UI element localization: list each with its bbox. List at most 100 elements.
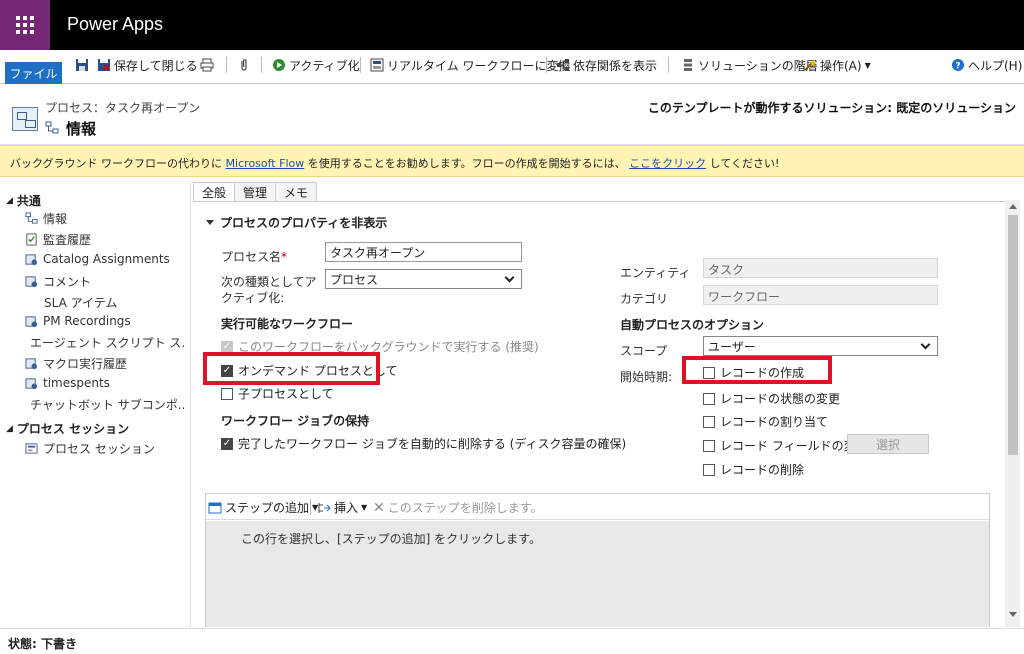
- category-value: ワークフロー: [703, 285, 938, 305]
- scroll-down-icon[interactable]: [1009, 612, 1017, 617]
- actions-label: 操作(A): [820, 58, 862, 73]
- layers-icon: [684, 59, 692, 71]
- solution-layers-button[interactable]: ソリューションの階層: [681, 55, 818, 75]
- scrollbar-thumb[interactable]: [1008, 215, 1018, 455]
- sidebar-item-label: エージェント スクリプト ス...: [30, 336, 185, 350]
- tab-notes[interactable]: メモ: [275, 182, 318, 202]
- sidebar-item-sla-items[interactable]: SLA アイテム: [44, 294, 117, 311]
- save-icon: [76, 59, 88, 71]
- dropdown-caret-icon: ▼: [361, 503, 368, 512]
- solution-label: このテンプレートが動作するソリューション: 既定のソリューション: [647, 101, 1016, 115]
- sidebar-item-comments[interactable]: コメント: [25, 273, 91, 290]
- start-when-label: 開始時期:: [620, 370, 673, 384]
- sidebar-item-label: チャットボット サブコンポ...: [30, 398, 185, 412]
- start-on-field-change-checkbox[interactable]: レコード フィールドの変更: [703, 437, 868, 454]
- file-tab[interactable]: ファイル: [5, 62, 62, 84]
- nav-group-common[interactable]: ◢ 共通: [6, 192, 41, 209]
- session-icon: [25, 443, 38, 454]
- section-toggle-label: プロセスのプロパティを非表示: [220, 216, 388, 230]
- sidebar-item-info[interactable]: 情報: [25, 210, 67, 227]
- microsoft-flow-link[interactable]: Microsoft Flow: [226, 157, 305, 170]
- child-process-label: 子プロセスとして: [238, 387, 334, 401]
- entity-icon: [25, 276, 38, 288]
- entity-label: エンティティ: [620, 266, 691, 280]
- process-entity-icon: [12, 107, 38, 131]
- start-option-label: レコードの割り当て: [720, 415, 829, 429]
- nav-group-label: 共通: [16, 194, 41, 208]
- solution-layers-label: ソリューションの階層: [698, 58, 818, 73]
- expand-triangle-icon: ◢: [6, 195, 13, 206]
- click-here-link[interactable]: ここをクリック: [629, 157, 706, 170]
- select-fields-button[interactable]: 選択: [847, 434, 929, 454]
- save-close-icon: [98, 59, 110, 71]
- tab-administration[interactable]: 管理: [234, 182, 277, 202]
- process-name-input[interactable]: [325, 242, 522, 262]
- activate-icon: [273, 59, 285, 71]
- sidebar-item-label: コメント: [43, 275, 92, 289]
- auto-options-heading: 自動プロセスのオプション: [620, 318, 765, 332]
- hide-properties-toggle[interactable]: プロセスのプロパティを非表示: [206, 214, 387, 231]
- category-label: カテゴリ: [620, 292, 669, 306]
- insert-button[interactable]: 挿入 ▼: [317, 499, 367, 516]
- insert-icon: [318, 502, 331, 513]
- start-on-delete-checkbox[interactable]: レコードの削除: [703, 461, 804, 478]
- sidebar-item-agent-script[interactable]: エージェント スクリプト ス...: [25, 334, 185, 351]
- entity-icon: [25, 358, 38, 370]
- status-bar: [0, 628, 1024, 654]
- sidebar-item-label: 監査履歴: [43, 233, 92, 247]
- flow-icon: [25, 212, 38, 224]
- auto-delete-label: 完了したワークフロー ジョブを自動的に削除する (ディスク容量の確保): [238, 437, 627, 451]
- help-menu[interactable]: ? ヘルプ(H) ▼: [951, 55, 1024, 75]
- dropdown-caret-icon: ▼: [864, 60, 871, 70]
- checkbox-unchecked: [703, 392, 715, 405]
- steps-hint: この行を選択し、[ステップの追加] をクリックします。: [241, 532, 541, 546]
- flow-recommendation-banner: バックグラウンド ワークフローの代わりに Microsoft Flow を使用す…: [0, 145, 1024, 177]
- sidebar-item-label: プロセス セッション: [43, 442, 155, 456]
- notify-middle: を使用することをお勧めします。フローの作成を開始するには、: [307, 157, 626, 170]
- save-button[interactable]: [75, 55, 89, 75]
- auto-delete-checkbox[interactable]: ✓ 完了したワークフロー ジョブを自動的に削除する (ディスク容量の確保): [221, 435, 626, 452]
- svg-text:?: ?: [955, 62, 960, 72]
- convert-realtime-label: リアルタイム ワークフローに変換: [387, 58, 571, 73]
- sidebar-item-macro-history[interactable]: マクロ実行履歴: [25, 355, 127, 372]
- add-step-button[interactable]: ステップの追加 ▼: [208, 499, 318, 516]
- tab-general[interactable]: 全般: [193, 182, 236, 202]
- sidebar-item-chatbot-subcomponent[interactable]: チャットボット サブコンポ...: [25, 396, 185, 413]
- form-tabs: 全般 管理 メモ: [193, 182, 318, 202]
- sidebar-item-catalog-assignments[interactable]: Catalog Assignments: [25, 252, 170, 266]
- realtime-workflow-icon: [370, 58, 384, 72]
- delete-step-button[interactable]: ✕ このステップを削除します。: [373, 499, 543, 516]
- dependencies-icon: [557, 59, 569, 71]
- sidebar-item-process-session[interactable]: プロセス セッション: [25, 440, 155, 457]
- nav-group-process-session[interactable]: ◢ プロセス セッション: [6, 420, 129, 437]
- show-dependencies-label: 依存関係を表示: [573, 58, 658, 73]
- start-on-assign-checkbox[interactable]: レコードの割り当て: [703, 413, 828, 430]
- page-title: 情報: [66, 120, 97, 138]
- notify-prefix: バックグラウンド ワークフローの代わりに: [10, 157, 223, 170]
- collapse-triangle-icon: [206, 220, 214, 225]
- print-button[interactable]: [200, 55, 214, 75]
- help-icon: ?: [952, 59, 964, 72]
- sidebar-item-timespents[interactable]: timespents: [25, 376, 110, 390]
- child-process-checkbox[interactable]: 子プロセスとして: [221, 385, 334, 402]
- add-step-label: ステップの追加: [225, 501, 310, 515]
- sidebar-item-audit-history[interactable]: 監査履歴: [25, 231, 91, 248]
- activate-button[interactable]: アクティブ化: [272, 55, 360, 75]
- highlight-box-on-demand: [203, 352, 380, 385]
- actions-menu[interactable]: 操作(A) ▼: [803, 55, 871, 75]
- scroll-up-icon[interactable]: [1009, 204, 1017, 209]
- start-on-status-change-checkbox[interactable]: レコードの状態の変更: [703, 390, 840, 407]
- app-launcher-button[interactable]: [0, 0, 50, 50]
- required-mark: *: [281, 250, 288, 264]
- scope-select[interactable]: ユーザー: [703, 336, 938, 356]
- flow-icon: [45, 121, 59, 134]
- activate-as-select[interactable]: プロセス: [325, 269, 522, 289]
- save-close-button[interactable]: 保存して閉じる: [97, 55, 198, 75]
- convert-realtime-button[interactable]: リアルタイム ワークフローに変換: [370, 55, 570, 75]
- sidebar-item-label: マクロ実行履歴: [43, 357, 128, 371]
- sidebar-item-pm-recordings[interactable]: PM Recordings: [25, 314, 131, 328]
- show-dependencies-button[interactable]: 依存関係を表示: [556, 55, 657, 75]
- checkbox-unchecked: [703, 439, 715, 452]
- attach-button[interactable]: [237, 55, 251, 75]
- scope-value: ユーザー: [708, 339, 756, 354]
